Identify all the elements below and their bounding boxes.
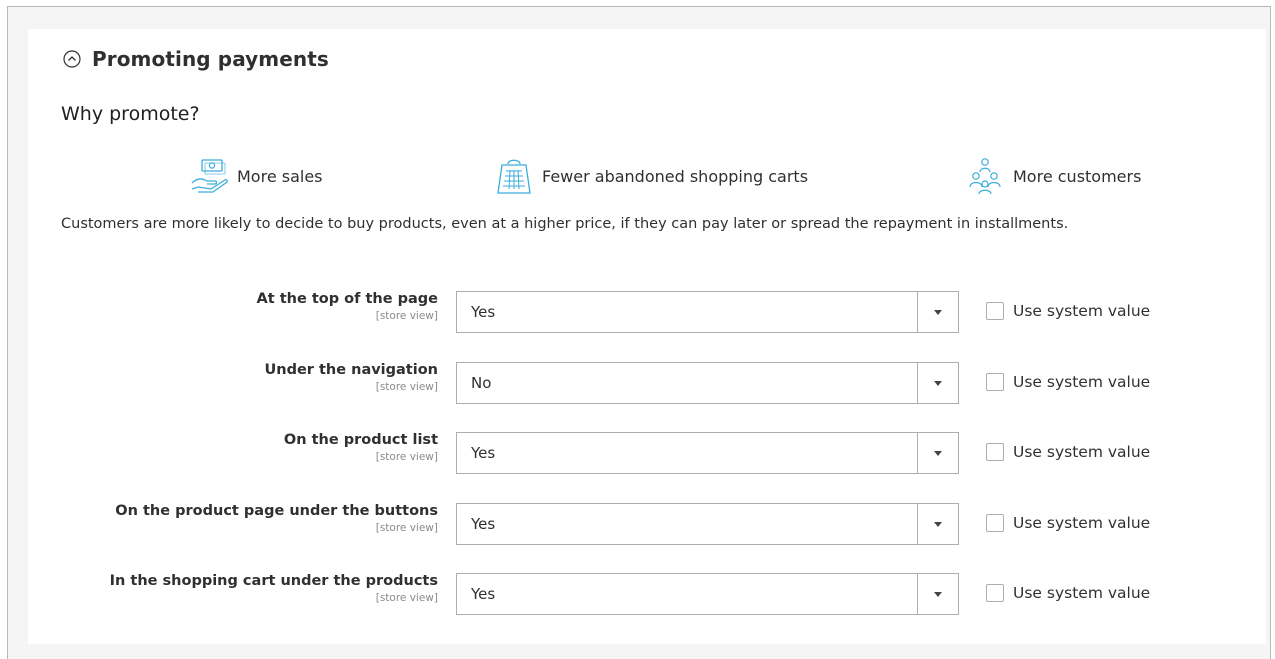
setting-label-group: In the shopping cart under the products … xyxy=(110,571,438,605)
checkbox-label: Use system value xyxy=(1013,373,1151,391)
chevron-down-icon xyxy=(934,380,942,386)
benefit-label: More customers xyxy=(1013,166,1142,186)
select-value: Yes xyxy=(471,515,496,533)
use-system-value-checkbox[interactable] xyxy=(986,514,1004,532)
benefit-more-sales: More sales xyxy=(189,156,323,196)
use-system-value-checkbox[interactable] xyxy=(986,373,1004,391)
chevron-down-icon xyxy=(934,450,942,456)
chevron-down-icon xyxy=(934,309,942,315)
setting-scope: [store view] xyxy=(375,522,438,534)
chevron-down-icon xyxy=(934,591,942,597)
setting-row: On the product list [store view] Yes Use… xyxy=(28,432,1266,474)
checkbox-label: Use system value xyxy=(1013,443,1151,461)
setting-row: Under the navigation [store view] No Use… xyxy=(28,362,1266,404)
dropdown-toggle[interactable] xyxy=(917,363,958,403)
checkbox-label: Use system value xyxy=(1013,584,1151,602)
setting-label-group: At the top of the page [store view] xyxy=(257,289,439,323)
why-promote-heading: Why promote? xyxy=(61,103,200,125)
use-system-value-checkbox[interactable] xyxy=(986,443,1004,461)
dropdown-toggle[interactable] xyxy=(917,504,958,544)
dropdown-toggle[interactable] xyxy=(917,433,958,473)
use-system-value-option[interactable]: Use system value xyxy=(986,302,1150,320)
use-system-value-option[interactable]: Use system value xyxy=(986,373,1150,391)
customers-group-icon xyxy=(965,156,1005,196)
setting-row: In the shopping cart under the products … xyxy=(28,573,1266,615)
setting-select[interactable]: Yes xyxy=(456,573,959,615)
setting-row: At the top of the page [store view] Yes … xyxy=(28,291,1266,333)
select-value: Yes xyxy=(471,444,496,462)
use-system-value-checkbox[interactable] xyxy=(986,584,1004,602)
setting-label-group: On the product page under the buttons [s… xyxy=(115,501,438,535)
setting-label-group: Under the navigation [store view] xyxy=(264,360,438,394)
select-value: Yes xyxy=(471,303,496,321)
select-value: Yes xyxy=(471,585,496,603)
dropdown-toggle[interactable] xyxy=(917,292,958,332)
benefit-more-customers: More customers xyxy=(965,156,1141,196)
setting-select[interactable]: Yes xyxy=(456,503,959,545)
use-system-value-checkbox[interactable] xyxy=(986,302,1004,320)
section-toggle[interactable]: Promoting payments xyxy=(63,47,329,71)
dropdown-toggle[interactable] xyxy=(917,574,958,614)
checkbox-label: Use system value xyxy=(1013,302,1151,320)
setting-select[interactable]: No xyxy=(456,362,959,404)
setting-label: In the shopping cart under the products xyxy=(109,573,438,589)
page: Promoting payments Why promote? More sal… xyxy=(0,0,1275,659)
setting-label: On the product list xyxy=(283,432,438,448)
promoting-payments-panel: Promoting payments Why promote? More sal… xyxy=(28,29,1266,644)
checkbox-label: Use system value xyxy=(1013,514,1151,532)
use-system-value-option[interactable]: Use system value xyxy=(986,584,1150,602)
promotion-description: Customers are more likely to decide to b… xyxy=(61,216,1069,232)
hand-money-icon xyxy=(189,156,229,196)
setting-label: On the product page under the buttons xyxy=(115,503,438,519)
setting-select[interactable]: Yes xyxy=(456,432,959,474)
setting-scope: [store view] xyxy=(375,381,438,393)
setting-scope: [store view] xyxy=(375,310,438,322)
benefit-fewer-abandoned-carts: Fewer abandoned shopping carts xyxy=(494,156,808,196)
setting-label: At the top of the page xyxy=(256,291,439,307)
section-title: Promoting payments xyxy=(92,47,329,71)
use-system-value-option[interactable]: Use system value xyxy=(986,514,1150,532)
setting-row: On the product page under the buttons [s… xyxy=(28,503,1266,545)
chevron-down-icon xyxy=(934,521,942,527)
setting-select[interactable]: Yes xyxy=(456,291,959,333)
setting-label-group: On the product list [store view] xyxy=(284,430,438,464)
shopping-bag-icon xyxy=(494,156,534,196)
setting-scope: [store view] xyxy=(375,451,438,463)
chevron-up-circle-icon[interactable] xyxy=(63,50,81,68)
benefit-label: More sales xyxy=(237,166,323,186)
setting-scope: [store view] xyxy=(375,592,438,604)
use-system-value-option[interactable]: Use system value xyxy=(986,443,1150,461)
benefit-label: Fewer abandoned shopping carts xyxy=(542,166,809,186)
select-value: No xyxy=(471,374,492,392)
setting-label: Under the navigation xyxy=(264,362,438,378)
